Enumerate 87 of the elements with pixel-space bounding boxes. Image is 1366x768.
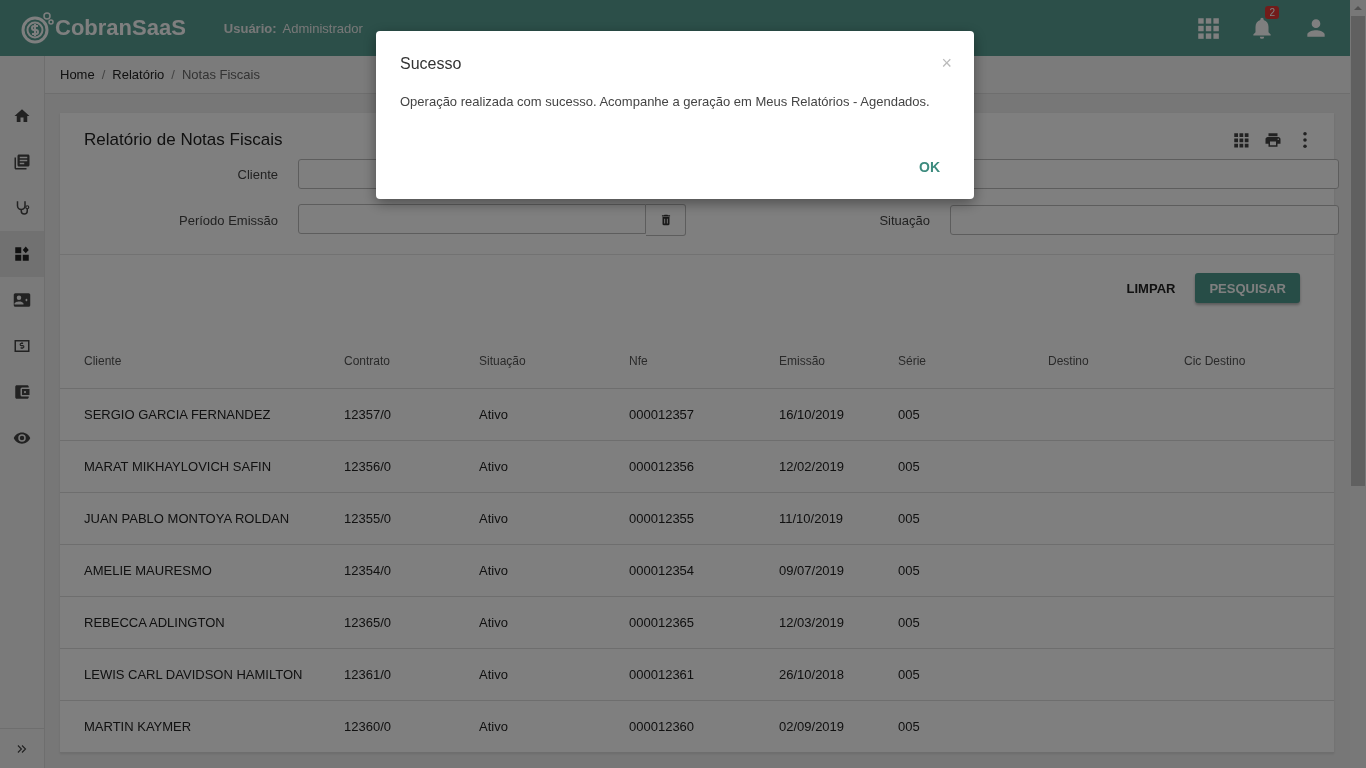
table-cell: REBECCA ADLINGTON xyxy=(60,596,344,649)
table-cell: 005 xyxy=(898,440,1048,493)
table-cell: Ativo xyxy=(479,700,629,753)
table-cell: JUAN PABLO MONTOYA ROLDAN xyxy=(60,492,344,545)
wallet-icon xyxy=(13,383,31,401)
column-header: Cic Destino xyxy=(1184,333,1334,389)
contact-card-icon xyxy=(13,291,31,309)
sidebar-item[interactable] xyxy=(0,231,44,277)
more-vertical-icon xyxy=(1303,132,1307,148)
table-cell: 005 xyxy=(898,388,1048,441)
table-cell: MARAT MIKHAYLOVICH SAFIN xyxy=(60,440,344,493)
table-cell: 000012365 xyxy=(629,596,779,649)
column-header: Cliente xyxy=(60,333,344,389)
table-cell: 11/10/2019 xyxy=(779,492,898,545)
table-cell: 000012355 xyxy=(629,492,779,545)
column-header: Série xyxy=(898,333,1048,389)
table-cell: Ativo xyxy=(479,440,629,493)
table-cell: 12355/0 xyxy=(344,492,479,545)
column-header: Contrato xyxy=(344,333,479,389)
eye-icon xyxy=(13,429,31,447)
dashboard-icon xyxy=(13,245,31,263)
table-cell: 005 xyxy=(898,492,1048,545)
table-cell: 12365/0 xyxy=(344,596,479,649)
filter-label: Situação xyxy=(878,212,930,228)
column-header: Situação xyxy=(479,333,629,389)
column-header: Nfe xyxy=(629,333,779,389)
notification-count-badge: 2 xyxy=(1265,6,1279,19)
table-cell: MARTIN KAYMER xyxy=(60,700,344,753)
table-cell: 12/03/2019 xyxy=(779,596,898,649)
user-name: Administrador xyxy=(282,20,363,36)
page-title: Relatório de Notas Fiscais xyxy=(84,130,283,150)
table-cell: 12354/0 xyxy=(344,544,479,597)
table-cell: 005 xyxy=(898,596,1048,649)
table-cell: 000012357 xyxy=(629,388,779,441)
filter-label: Período Emissão xyxy=(178,212,278,228)
table-cell: 000012360 xyxy=(629,700,779,753)
coin-logo-icon xyxy=(20,11,54,45)
dialog-message: Operação realizada com sucesso. Acompanhe a geração em Meus Relatórios - Agendados. xyxy=(400,94,931,109)
table-cell: 26/10/2018 xyxy=(779,648,898,701)
search-button[interactable]: PESQUISAR xyxy=(1195,273,1300,303)
logo-text: CobranSaaS xyxy=(55,15,186,41)
table-cell: 02/09/2019 xyxy=(779,700,898,753)
documents-icon xyxy=(13,153,31,171)
table-cell: 12/02/2019 xyxy=(779,440,898,493)
notifications-button[interactable]: 2 xyxy=(1242,8,1282,48)
ok-button[interactable]: OK xyxy=(909,153,950,181)
table-cell: 12357/0 xyxy=(344,388,479,441)
user-label: Usuário: xyxy=(223,20,277,36)
table-cell: Ativo xyxy=(479,544,629,597)
table-cell: Ativo xyxy=(479,492,629,545)
table-cell: 000012354 xyxy=(629,544,779,597)
table-cell: 09/07/2019 xyxy=(779,544,898,597)
table-cell: 005 xyxy=(898,648,1048,701)
table-cell: 12361/0 xyxy=(344,648,479,701)
apps-grid-icon xyxy=(1195,15,1221,41)
print-icon xyxy=(1264,131,1282,149)
table-cell: 005 xyxy=(898,700,1048,753)
table-cell: 000012361 xyxy=(629,648,779,701)
home-icon xyxy=(13,107,31,125)
breadcrumb-separator: / xyxy=(101,67,106,82)
table-cell: Ativo xyxy=(479,388,629,441)
grid-icon xyxy=(1232,131,1250,149)
table-cell: Ativo xyxy=(479,596,629,649)
date-range-field[interactable] xyxy=(298,204,646,234)
breadcrumb-link[interactable]: Home xyxy=(60,67,95,82)
table-cell: 12360/0 xyxy=(344,700,479,753)
table-cell: 000012356 xyxy=(629,440,779,493)
clear-button[interactable]: LIMPAR xyxy=(1122,273,1180,303)
breadcrumb-separator: / xyxy=(171,67,175,82)
table-cell: LEWIS CARL DAVIDSON HAMILTON xyxy=(60,648,344,701)
table-cell: Ativo xyxy=(479,648,629,701)
table-cell: 005 xyxy=(898,544,1048,597)
logo[interactable]: CobranSaaS xyxy=(20,11,186,45)
clear-date-button[interactable] xyxy=(646,204,686,236)
filter-field[interactable] xyxy=(950,205,1339,235)
scrollbar-thumb[interactable] xyxy=(1351,16,1365,486)
dollar-bill-icon xyxy=(13,337,31,355)
dialog-title: Sucesso xyxy=(400,54,462,73)
column-header: Destino xyxy=(1048,333,1184,389)
table-cell: 12356/0 xyxy=(344,440,479,493)
scroll-up-arrow-icon xyxy=(1354,6,1362,10)
table-cell: SERGIO GARCIA FERNANDEZ xyxy=(60,388,344,441)
table-cell: 16/10/2019 xyxy=(779,388,898,441)
table-cell: AMELIE MAURESMO xyxy=(60,544,344,597)
breadcrumb-link[interactable]: Relatório xyxy=(112,67,165,82)
column-header: Emissão xyxy=(779,333,898,389)
filter-label: Cliente xyxy=(236,166,278,182)
